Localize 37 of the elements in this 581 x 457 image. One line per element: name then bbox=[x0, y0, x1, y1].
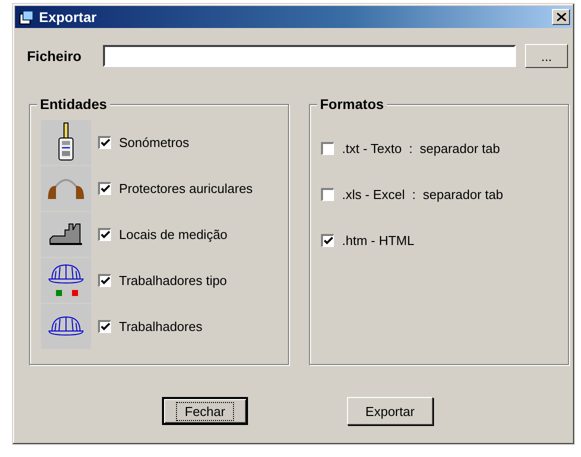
checkbox-label[interactable]: .txt - Texto : separador tab bbox=[342, 140, 500, 156]
checkmark-icon bbox=[100, 184, 110, 192]
checkbox[interactable] bbox=[98, 136, 111, 148]
checkbox-label[interactable]: Protectores auriculares bbox=[119, 180, 253, 196]
file-path-field[interactable] bbox=[103, 45, 516, 67]
checkbox[interactable] bbox=[321, 188, 334, 200]
checkmark-icon bbox=[100, 322, 110, 330]
checkmark-icon bbox=[100, 138, 110, 146]
checkbox[interactable] bbox=[321, 234, 334, 246]
helmets-with-squares-icon bbox=[48, 263, 84, 297]
checkbox-label[interactable]: Trabalhadores tipo bbox=[119, 272, 227, 288]
dialog-button[interactable]: Exportar bbox=[347, 397, 433, 425]
checkbox[interactable] bbox=[98, 182, 111, 194]
checkbox-label[interactable]: .xls - Excel : separador tab bbox=[342, 186, 504, 202]
close-icon bbox=[556, 13, 566, 21]
checkmark-icon bbox=[324, 236, 332, 244]
factory-icon bbox=[49, 223, 83, 245]
checkbox-label[interactable]: .htm - HTML bbox=[342, 232, 414, 248]
checkbox[interactable] bbox=[98, 320, 111, 332]
window-title: Exportar bbox=[39, 9, 98, 25]
close-button[interactable] bbox=[552, 9, 570, 25]
checkbox[interactable] bbox=[98, 274, 111, 286]
file-label: Ficheiro bbox=[27, 48, 82, 64]
group-title: Entidades bbox=[37, 96, 110, 112]
checkbox[interactable] bbox=[98, 228, 111, 240]
checkbox[interactable] bbox=[321, 142, 334, 154]
checkbox-label[interactable]: Sonómetros bbox=[119, 134, 190, 150]
browse-button[interactable]: ... bbox=[525, 44, 568, 68]
window-icon bbox=[19, 9, 35, 25]
dialog-button[interactable]: Fechar bbox=[162, 397, 248, 425]
sound-meter-icon bbox=[56, 122, 76, 162]
checkmark-icon bbox=[100, 276, 110, 284]
helmet-icon bbox=[48, 315, 84, 337]
checkmark-icon bbox=[100, 230, 110, 238]
checkbox-label[interactable]: Trabalhadores bbox=[119, 318, 202, 334]
checkbox-label[interactable]: Locais de medição bbox=[119, 226, 228, 242]
group-title: Formatos bbox=[317, 96, 387, 112]
